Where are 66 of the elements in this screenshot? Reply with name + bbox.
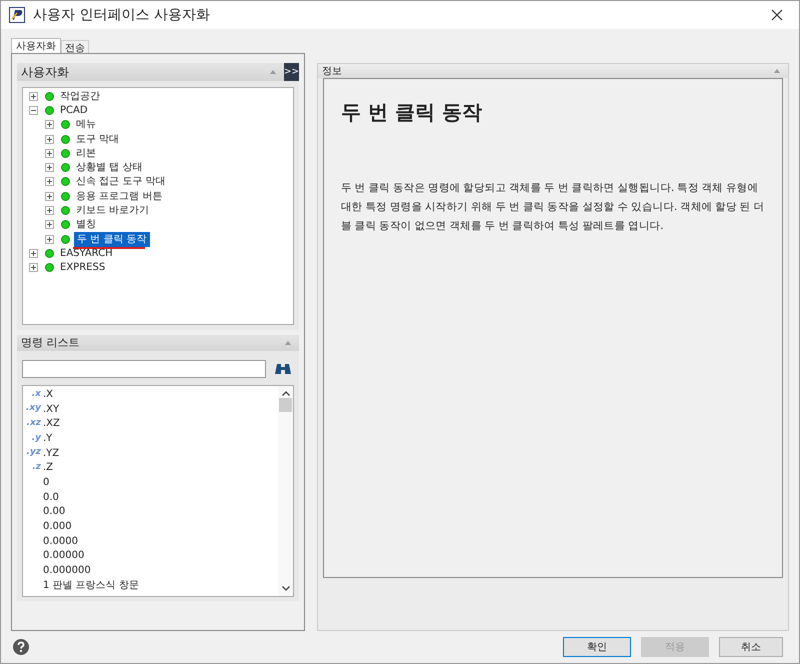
command-item[interactable]: 0.000000	[43, 563, 91, 578]
plus-box-icon[interactable]	[45, 234, 54, 244]
scroll-down-icon[interactable]	[282, 586, 290, 591]
info-heading: 두 번 클릭 동작	[341, 99, 483, 126]
info-description: 두 번 클릭 동작은 명령에 할당되고 객체를 두 번 클릭하면 실행됩니다. 특정 객체 유형에 대한 특정 명령을 시작하기 위해 두 번 클릭 동작을 설정할 수 있습니다. 객체에 할당 된 더블 클릭 동작이 없으면 객체를 두 번 클릭하여 특성 팔레트를 엽니다.	[341, 181, 765, 234]
tab[interactable]: 사용자화	[11, 38, 61, 53]
app-logo-icon	[9, 7, 25, 23]
window-title: 사용자 인터페이스 사용자화	[33, 6, 211, 24]
tree-item[interactable]: 메뉴	[74, 117, 98, 132]
command-item[interactable]: 0	[43, 474, 50, 490]
command-icon: .x	[32, 388, 41, 402]
command-item[interactable]: 1 판넬 프랑스식 창문	[43, 578, 139, 593]
tree-item[interactable]: 두 번 클릭 동작	[74, 232, 150, 247]
panel-title: 명령 리스트	[21, 334, 80, 351]
dialog-button[interactable]: 확인	[563, 637, 631, 657]
command-item[interactable]: 0.00	[43, 504, 66, 520]
command-item[interactable]: 0.0	[43, 490, 59, 505]
plus-box-icon[interactable]	[29, 263, 38, 272]
plus-box-icon[interactable]	[45, 220, 54, 230]
tree-item[interactable]: 응용 프로그램 버튼	[74, 188, 164, 204]
plus-box-icon[interactable]	[45, 120, 54, 130]
tree-item[interactable]: 작업공간	[58, 88, 102, 104]
scroll-thumb[interactable]	[279, 398, 292, 412]
command-icon: .z	[32, 461, 41, 475]
command-icon: .xz	[26, 416, 41, 430]
tree-item[interactable]: 리본	[74, 146, 98, 161]
command-item[interactable]: .Z	[43, 460, 54, 476]
command-item[interactable]: .Y	[43, 430, 52, 446]
command-item[interactable]: .X	[43, 386, 54, 402]
tree-item[interactable]: 상황별 탭 상태	[74, 160, 144, 176]
tree-item[interactable]: 신속 접근 도구 막대	[74, 174, 168, 190]
command-icon: .y	[32, 432, 41, 446]
panel-title: 정보	[322, 64, 343, 78]
command-icon: .xy	[26, 402, 41, 416]
command-icon: .yz	[26, 446, 41, 460]
plus-box-icon[interactable]	[45, 177, 54, 186]
scroll-up-icon[interactable]	[282, 391, 290, 396]
plus-box-icon[interactable]	[45, 148, 54, 158]
command-item[interactable]: .XZ	[43, 416, 60, 432]
dialog-button[interactable]: 취소	[719, 637, 783, 657]
tree-item[interactable]: 별칭	[74, 217, 98, 232]
help-icon[interactable]	[13, 639, 29, 655]
scrollbar[interactable]	[278, 386, 293, 596]
command-item[interactable]: .XY	[43, 402, 60, 417]
tree-item[interactable]: EASYARCH	[58, 246, 115, 261]
search-field[interactable]	[22, 360, 266, 378]
minus-box-icon[interactable]	[29, 106, 38, 115]
command-item[interactable]: 0.000	[43, 519, 72, 534]
plus-box-icon[interactable]	[45, 192, 54, 201]
plus-box-icon[interactable]	[45, 134, 54, 144]
tree-item[interactable]: EXPRESS	[58, 260, 108, 276]
tab[interactable]: 전송	[61, 40, 89, 53]
tree-item[interactable]: PCAD	[58, 102, 90, 118]
command-item[interactable]: .YZ	[43, 446, 60, 461]
plus-box-icon[interactable]	[29, 92, 38, 101]
plus-box-icon[interactable]	[45, 206, 54, 216]
tree-item[interactable]: 키보드 바로가기	[74, 203, 152, 218]
expand-button[interactable]: >>	[284, 63, 299, 81]
command-item[interactable]: 0.0000	[43, 534, 78, 549]
close-icon[interactable]	[771, 9, 783, 21]
plus-box-icon[interactable]	[45, 163, 54, 172]
plus-box-icon[interactable]	[29, 248, 38, 258]
command-item[interactable]: 0.00000	[43, 548, 84, 564]
underline-mark	[73, 247, 145, 250]
panel-title: 사용자화	[21, 64, 70, 81]
tree-item[interactable]: 도구 막대	[74, 132, 122, 147]
